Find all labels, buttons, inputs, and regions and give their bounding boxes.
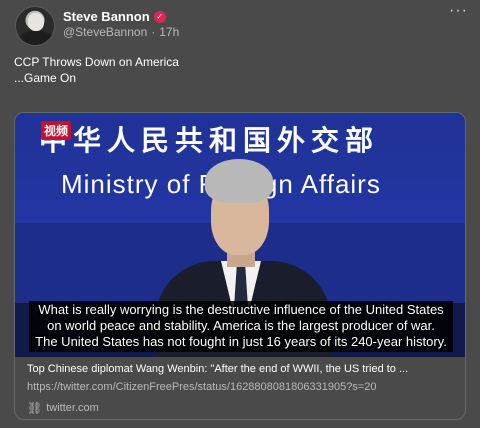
subtitle-line: The United States has not fought in just… (35, 334, 447, 349)
subtitle-box: What is really worrying is the destructi… (29, 301, 453, 352)
card-domain-label: twitter.com (46, 402, 99, 414)
video-thumbnail[interactable]: 中华人民共和国外交部 视频 Ministry of Foreign Affair… (15, 113, 465, 357)
speaker-hair (205, 159, 273, 203)
more-horizontal-icon[interactable]: ··· (449, 2, 468, 20)
verified-badge-icon: ✓ (153, 10, 166, 23)
card-domain[interactable]: ⛓ twitter.com (27, 401, 99, 415)
link-card[interactable]: 中华人民共和国外交部 视频 Ministry of Foreign Affair… (14, 112, 466, 420)
card-url[interactable]: https://twitter.com/CitizenFreePres/stat… (27, 381, 457, 393)
subtitle-line: What is really worrying is the destructi… (38, 302, 444, 317)
post: Steve Bannon ✓ @SteveBannon · 17h ··· CC… (0, 0, 480, 428)
channel-logo: 视频 (41, 121, 72, 140)
tweet-text-line: CCP Throws Down on America (14, 55, 179, 69)
avatar-coat (18, 31, 54, 45)
post-time[interactable]: 17h (159, 25, 179, 39)
tweet-text: CCP Throws Down on America ...Game On (14, 54, 179, 86)
card-title[interactable]: Top Chinese diplomat Wang Wenbin: "After… (27, 363, 457, 375)
link-icon: ⛓ (27, 401, 43, 415)
card-meta: Top Chinese diplomat Wang Wenbin: "After… (15, 357, 465, 419)
subtitles: What is really worrying is the destructi… (15, 301, 465, 352)
author-line: Steve Bannon ✓ (63, 9, 166, 24)
avatar[interactable] (15, 6, 55, 46)
avatar-face (28, 13, 44, 31)
separator: · (151, 25, 156, 39)
tweet-text-line: ...Game On (14, 71, 77, 85)
subtitle-line: on world peace and stability. America is… (47, 318, 435, 333)
handle-line: @SteveBannon · 17h (63, 25, 179, 39)
author-name[interactable]: Steve Bannon (63, 9, 150, 24)
backdrop-chinese-text: 中华人民共和国外交部 (39, 125, 380, 156)
author-handle[interactable]: @SteveBannon (63, 25, 147, 39)
